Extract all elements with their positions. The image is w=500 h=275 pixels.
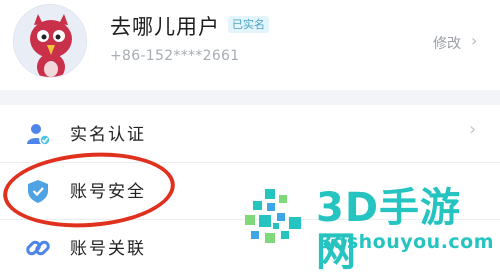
verified-badge: 已实名 (228, 16, 269, 33)
chevron-right-icon: › (471, 31, 478, 50)
avatar[interactable] (13, 4, 87, 78)
chevron-right-icon: › (469, 119, 477, 140)
section-divider (0, 90, 500, 105)
profile-card[interactable]: 去哪儿用户 已实名 +86-152****2661 修改 › (0, 0, 500, 88)
username: 去哪儿用户 (110, 15, 220, 39)
watermark-logo (245, 189, 301, 243)
watermark-url: 3dshouyou.com (319, 231, 495, 253)
menu-item-label: 实名认证 (70, 125, 146, 145)
user-verify-icon (27, 124, 51, 146)
menu-item-label: 账号关联 (70, 239, 146, 259)
watermark-brand: 3D手游网 (316, 185, 462, 275)
bird-avatar-icon (14, 5, 86, 77)
phone-number: +86-152****2661 (110, 48, 240, 64)
edit-profile-link[interactable]: 修改 (433, 33, 461, 53)
menu-item-real-name-verification[interactable]: 实名认证 › (0, 106, 500, 161)
link-icon (26, 240, 50, 256)
